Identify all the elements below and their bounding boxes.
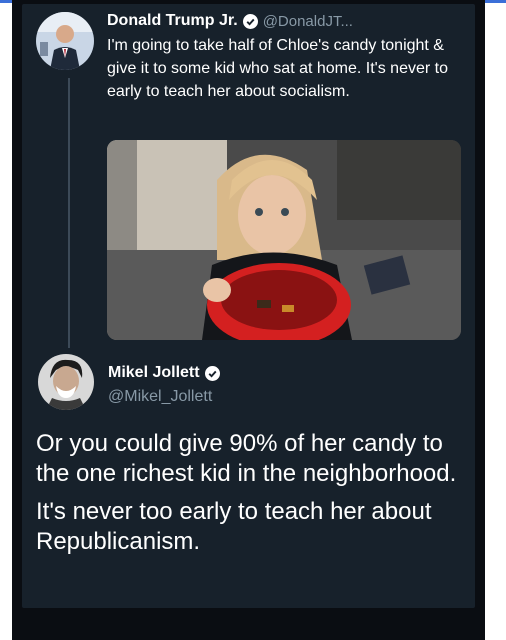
tweet-thread-card: Donald Trump Jr. @DonaldJT... I'm going … — [22, 4, 475, 608]
tweet2-author-name[interactable]: Mikel Jollett — [108, 364, 200, 382]
thread-connector-line — [68, 78, 70, 348]
tweet2-header: Mikel Jollett — [108, 364, 220, 382]
tweet2-paragraph-1: Or you could give 90% of her candy to th… — [36, 430, 457, 487]
tweet2-text: Or you could give 90% of her candy to th… — [36, 429, 466, 565]
bottom-black-bar — [12, 608, 485, 640]
tweet1-header: Donald Trump Jr. @DonaldJT... — [107, 12, 353, 30]
tweet2-paragraph-2: It's never too early to teach her about … — [36, 498, 432, 555]
verified-badge-icon — [242, 13, 258, 29]
avatar-donald-trump-jr[interactable] — [36, 12, 94, 70]
tweet2-handle[interactable]: @Mikel_Jollett — [108, 388, 212, 406]
tweet1-text: I'm going to take half of Chloe's candy … — [107, 37, 448, 100]
tweet1-photo[interactable] — [107, 140, 461, 340]
tweet1-handle[interactable]: @DonaldJT... — [263, 13, 353, 30]
avatar-mikel-jollett[interactable] — [38, 354, 94, 410]
verified-badge-icon — [204, 365, 220, 381]
tweet1-author-name[interactable]: Donald Trump Jr. — [107, 12, 238, 30]
